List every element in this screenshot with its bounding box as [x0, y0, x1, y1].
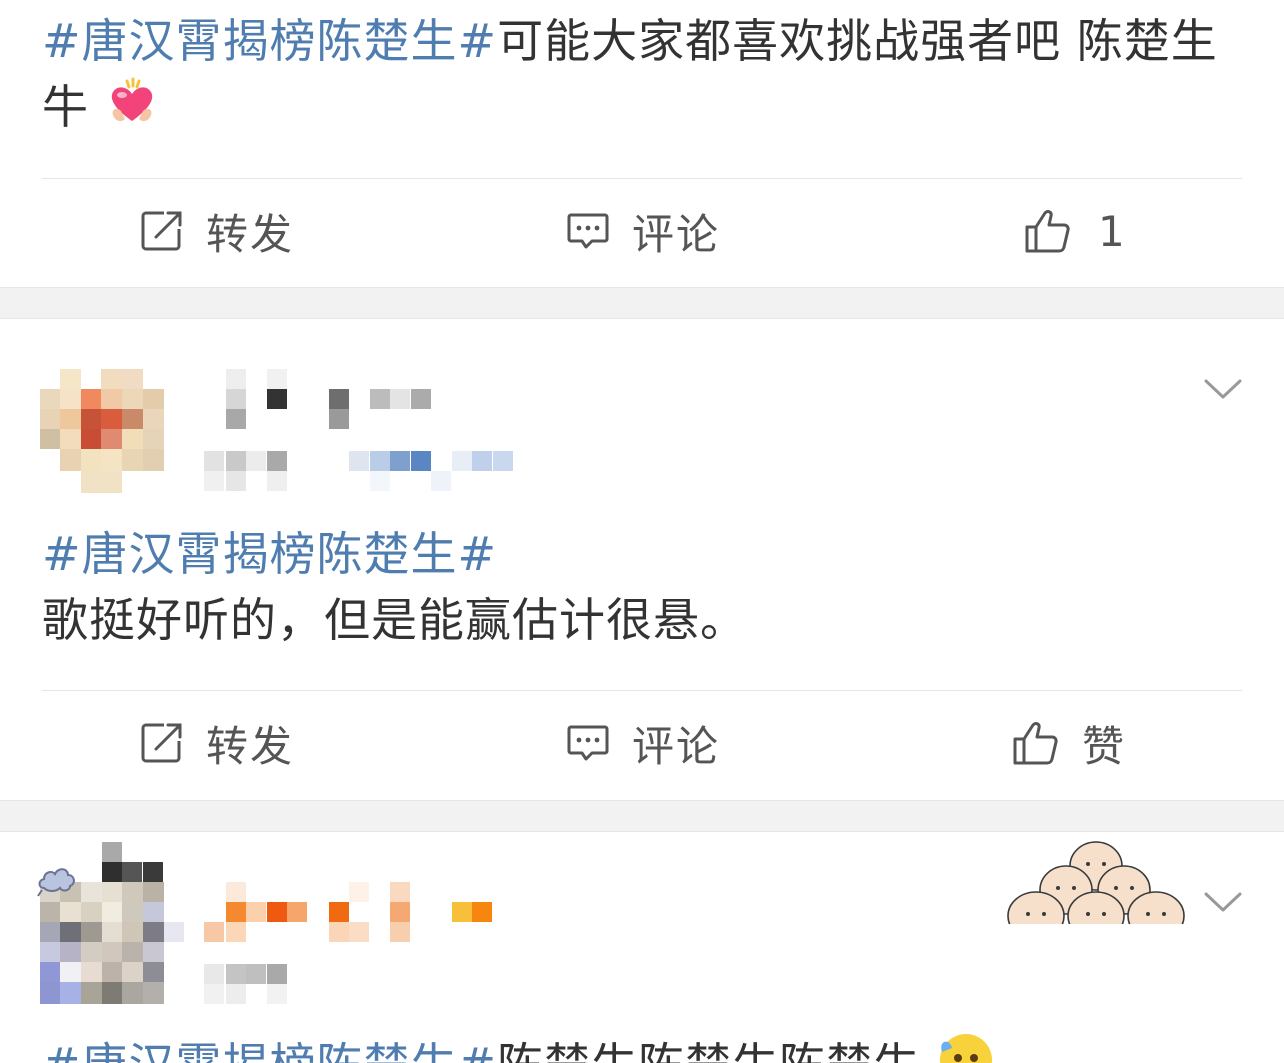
post-card: #唐汉霄揭榜陈楚生#可能大家都喜欢挑战强者吧 陈楚生牛 转发 评论 1	[0, 0, 1284, 287]
post-body: 歌挺好听的，但是能赢估计很悬。	[42, 593, 747, 647]
topic-link[interactable]: #唐汉霄揭榜陈楚生#	[42, 521, 1244, 587]
topic-link[interactable]: #唐汉霄揭榜陈楚生#	[42, 1038, 497, 1063]
like-count: 1	[1098, 206, 1127, 256]
chevron-down-icon[interactable]	[1202, 369, 1244, 411]
comment-label: 评论	[632, 721, 721, 771]
topic-link[interactable]: #唐汉霄揭榜陈楚生#	[42, 14, 497, 68]
feed-separator	[0, 287, 1284, 319]
comment-button[interactable]: 评论	[566, 201, 720, 261]
post-card: #唐汉霄揭榜陈楚生# 歌挺好听的，但是能赢估计很悬。 转发 评论 赞	[0, 319, 1284, 800]
post-text: #唐汉霄揭榜陈楚生#陈楚生陈楚生陈楚生	[42, 1030, 1244, 1063]
heart-hands-emoji	[105, 75, 159, 146]
comment-icon	[567, 213, 609, 249]
thumbs-up-icon	[1025, 210, 1070, 253]
repost-button[interactable]: 转发	[140, 713, 294, 773]
repost-icon	[141, 723, 182, 763]
repost-label: 转发	[206, 721, 295, 771]
username[interactable]	[204, 882, 504, 944]
repost-button[interactable]: 转发	[140, 201, 294, 261]
comment-label: 评论	[632, 209, 721, 259]
post-text: #唐汉霄揭榜陈楚生#可能大家都喜欢挑战强者吧 陈楚生牛	[42, 8, 1244, 146]
avatar[interactable]	[40, 369, 164, 493]
cloud-sticker-icon	[37, 868, 75, 897]
like-label: 赞	[1082, 721, 1127, 771]
post-card: #唐汉霄揭榜陈楚生#陈楚生陈楚生陈楚生	[0, 832, 1284, 1063]
username[interactable]	[204, 369, 444, 439]
divider	[42, 178, 1242, 179]
repost-icon	[141, 211, 182, 251]
comment-icon	[567, 725, 609, 761]
like-button[interactable]: 1	[1024, 201, 1127, 261]
divider	[42, 690, 1242, 691]
like-button[interactable]: 赞	[1012, 713, 1126, 773]
laughing-cry-emoji	[936, 1030, 996, 1063]
decorative-badge-icon	[1007, 841, 1185, 924]
post-text: #唐汉霄揭榜陈楚生# 歌挺好听的，但是能赢估计很悬。	[42, 521, 1244, 653]
repost-label: 转发	[206, 209, 295, 259]
comment-button[interactable]: 评论	[566, 713, 720, 773]
thumbs-up-icon	[1013, 722, 1058, 765]
post-meta	[204, 964, 324, 1006]
feed-separator	[0, 800, 1284, 832]
chevron-down-icon[interactable]	[1202, 882, 1244, 924]
post-body: 陈楚生陈楚生陈楚生	[497, 1038, 920, 1063]
post-meta	[204, 451, 584, 493]
